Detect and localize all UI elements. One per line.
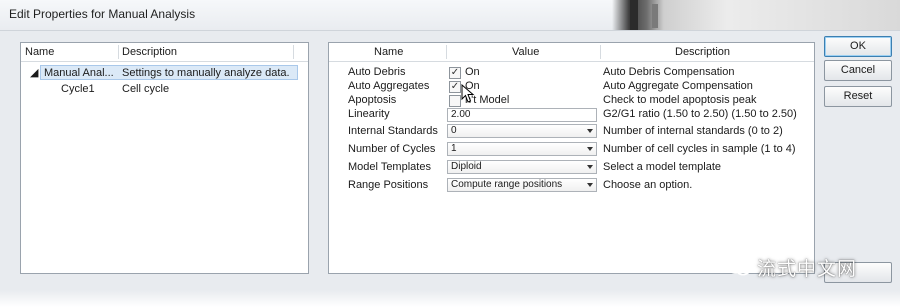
auto-debris-checkbox[interactable]: ✓	[449, 67, 461, 79]
property-name: Auto Debris	[348, 66, 406, 78]
model-templates-select[interactable]: Diploid	[447, 160, 597, 174]
property-description: Number of internal standards (0 to 2)	[603, 125, 783, 137]
property-row-auto-debris: Auto Debris ✓ On Auto Debris Compensatio…	[329, 65, 814, 80]
background-window-edge	[612, 0, 900, 30]
property-name: Auto Aggregates	[348, 80, 430, 92]
auto-aggregates-checkbox[interactable]: ✓	[449, 81, 461, 93]
property-row-apoptosis: Apoptosis n't Model Check to model apopt…	[329, 93, 814, 108]
dropdown-arrow-icon	[587, 183, 593, 187]
property-name: Model Templates	[348, 161, 431, 173]
select-value: Compute range positions	[451, 179, 563, 190]
property-description: Auto Debris Compensation	[603, 66, 735, 78]
properties-grid: Name Value Description Auto Debris ✓ On …	[328, 42, 815, 274]
properties-column-value[interactable]: Value	[512, 43, 539, 61]
apoptosis-checkbox[interactable]	[449, 95, 461, 107]
analysis-tree-panel: Name Description ◢ Manual Anal... Settin…	[20, 42, 309, 274]
tree-column-description[interactable]: Description	[122, 43, 177, 61]
property-row-number-of-cycles: Number of Cycles 1 Number of cell cycles…	[329, 140, 814, 158]
wechat-watermark-icon	[726, 258, 751, 276]
property-description: Number of cell cycles in sample (1 to 4)	[603, 143, 796, 155]
internal-standards-select[interactable]: 0	[447, 124, 597, 138]
property-description: Auto Aggregate Compensation	[603, 80, 753, 92]
property-name: Number of Cycles	[348, 143, 436, 155]
window-title: Edit Properties for Manual Analysis	[9, 7, 196, 21]
tree-row-name: Manual Anal...	[44, 67, 114, 79]
tree-row-manual-analysis[interactable]: Manual Anal... Settings to manually anal…	[40, 65, 298, 80]
properties-column-description[interactable]: Description	[675, 43, 730, 61]
property-row-internal-standards: Internal Standards 0 Number of internal …	[329, 122, 814, 140]
property-name: Apoptosis	[348, 94, 397, 106]
property-name: Internal Standards	[348, 125, 438, 137]
dropdown-arrow-icon	[587, 147, 593, 151]
checkbox-label: On	[465, 66, 480, 78]
edit-properties-dialog: Edit Properties for Manual Analysis Name…	[0, 0, 900, 307]
property-description: Choose an option.	[603, 179, 693, 191]
tree-row-description: Cell cycle	[122, 83, 170, 95]
linearity-input[interactable]: 2.00	[447, 108, 597, 122]
reset-button[interactable]: Reset	[824, 86, 892, 107]
tree-column-name[interactable]: Name	[25, 43, 54, 61]
number-of-cycles-select[interactable]: 1	[447, 142, 597, 156]
dialog-bottom-edge	[0, 290, 900, 307]
dropdown-arrow-icon	[587, 165, 593, 169]
cancel-button[interactable]: Cancel	[824, 60, 892, 81]
properties-column-name[interactable]: Name	[374, 43, 403, 61]
property-row-range-positions: Range Positions Compute range positions …	[329, 176, 814, 194]
select-value: 1	[451, 143, 457, 154]
property-description: Check to model apoptosis peak	[603, 94, 757, 106]
tree-header: Name Description	[21, 43, 308, 62]
watermark-text: 流式中文网	[757, 258, 858, 280]
select-value: 0	[451, 125, 457, 136]
ok-button[interactable]: OK	[824, 36, 892, 57]
property-row-auto-aggregates: Auto Aggregates ✓ On Auto Aggregate Comp…	[329, 79, 814, 94]
property-name: Linearity	[348, 108, 390, 120]
range-positions-select[interactable]: Compute range positions	[447, 178, 597, 192]
properties-header: Name Value Description	[329, 43, 814, 62]
mouse-cursor-icon	[461, 84, 475, 103]
property-description: G2/G1 ratio (1.50 to 2.50) (1.50 to 2.50…	[603, 108, 797, 120]
select-value: Diploid	[451, 161, 482, 172]
tree-expander-icon[interactable]: ◢	[30, 66, 38, 81]
tree-row-description: Settings to manually analyze data.	[122, 67, 290, 79]
property-row-linearity: Linearity 2.00 G2/G1 ratio (1.50 to 2.50…	[329, 107, 814, 122]
tree-row-cycle1[interactable]: Cycle1 Cell cycle	[61, 82, 298, 97]
property-name: Range Positions	[348, 179, 429, 191]
tree-row-name: Cycle1	[61, 83, 95, 95]
dropdown-arrow-icon	[587, 129, 593, 133]
property-row-model-templates: Model Templates Diploid Select a model t…	[329, 158, 814, 176]
property-description: Select a model template	[603, 161, 722, 173]
